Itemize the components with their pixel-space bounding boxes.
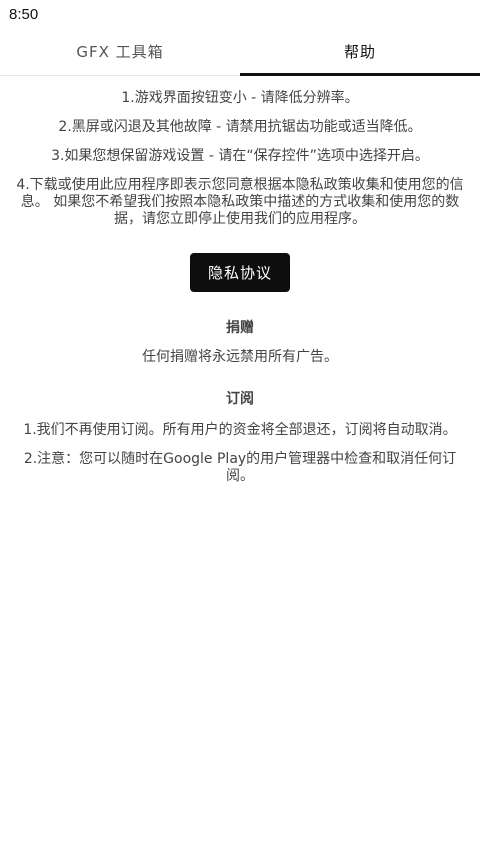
tab-bar: GFX 工具箱 帮助 <box>0 28 480 76</box>
status-time: 8:50 <box>9 5 39 23</box>
subscription-item-2: 2.注意：您可以随时在Google Play的用户管理器中检查和取消任何订阅。 <box>23 451 457 484</box>
subscription-item-1: 1.我们不再使用订阅。所有用户的资金将全部退还，订阅将自动取消。 <box>23 422 457 438</box>
tab-help[interactable]: 帮助 <box>240 28 480 76</box>
tab-gfx-toolbox[interactable]: GFX 工具箱 <box>0 28 240 75</box>
help-item-1: 1.游戏界面按钮变小 - 请降低分辨率。 <box>121 90 359 106</box>
donate-title: 捐赠 <box>226 320 254 336</box>
help-item-3: 3.如果您想保留游戏设置 - 请在“保存控件”选项中选择开启。 <box>51 148 429 164</box>
privacy-button-wrap: 隐私协议 <box>14 253 466 292</box>
help-item-4: 4.下载或使用此应用程序即表示您同意根据本隐私政策收集和使用您的信息。 如果您不… <box>16 177 464 227</box>
donate-text: 任何捐赠将永远禁用所有广告。 <box>142 349 338 365</box>
help-content: 1.游戏界面按钮变小 - 请降低分辨率。 2.黑屏或闪退及其他故障 - 请禁用抗… <box>0 90 480 485</box>
help-item-2: 2.黑屏或闪退及其他故障 - 请禁用抗锯齿功能或适当降低。 <box>58 119 422 135</box>
status-bar: 8:50 <box>0 0 480 28</box>
privacy-policy-button[interactable]: 隐私协议 <box>190 253 290 292</box>
subscription-title: 订阅 <box>226 391 254 407</box>
